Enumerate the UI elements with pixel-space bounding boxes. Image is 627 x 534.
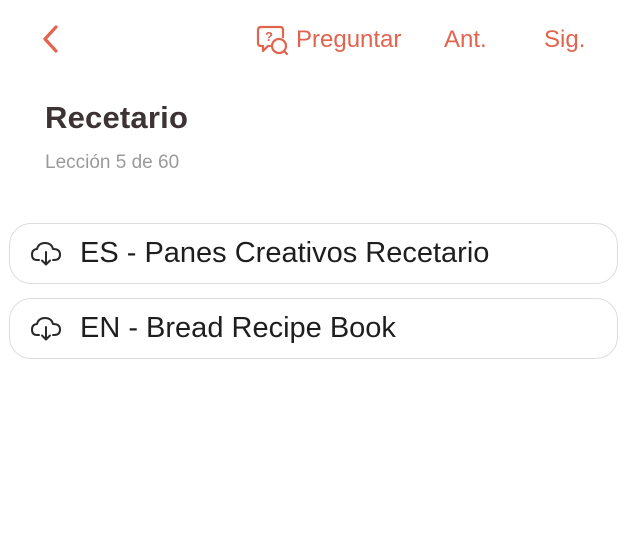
file-item-es-recipe-book[interactable]: ES - Panes Creativos Recetario — [9, 223, 618, 284]
ask-question-label: Preguntar — [296, 26, 402, 53]
ask-question-button[interactable]: ? Preguntar — [256, 20, 401, 60]
lesson-screen: ? Preguntar Ant. Sig. Recetario Lección … — [0, 0, 627, 534]
next-lesson-link[interactable]: Sig. — [544, 20, 585, 60]
chevron-left-icon — [43, 25, 58, 53]
svg-text:?: ? — [265, 29, 273, 44]
file-item-en-recipe-book[interactable]: EN - Bread Recipe Book — [9, 298, 618, 359]
page-title: Recetario — [45, 100, 189, 135]
back-button[interactable] — [34, 22, 68, 56]
file-item-label: EN - Bread Recipe Book — [80, 312, 396, 344]
question-chat-icon: ? — [256, 23, 290, 57]
cloud-download-icon — [30, 314, 64, 344]
top-bar: ? Preguntar Ant. Sig. — [0, 0, 627, 82]
file-list: ES - Panes Creativos Recetario EN - Brea… — [9, 223, 618, 373]
file-item-label: ES - Panes Creativos Recetario — [80, 237, 490, 269]
lesson-progress: Lección 5 de 60 — [45, 152, 180, 173]
cloud-download-icon — [30, 239, 64, 269]
previous-lesson-link[interactable]: Ant. — [444, 20, 487, 60]
